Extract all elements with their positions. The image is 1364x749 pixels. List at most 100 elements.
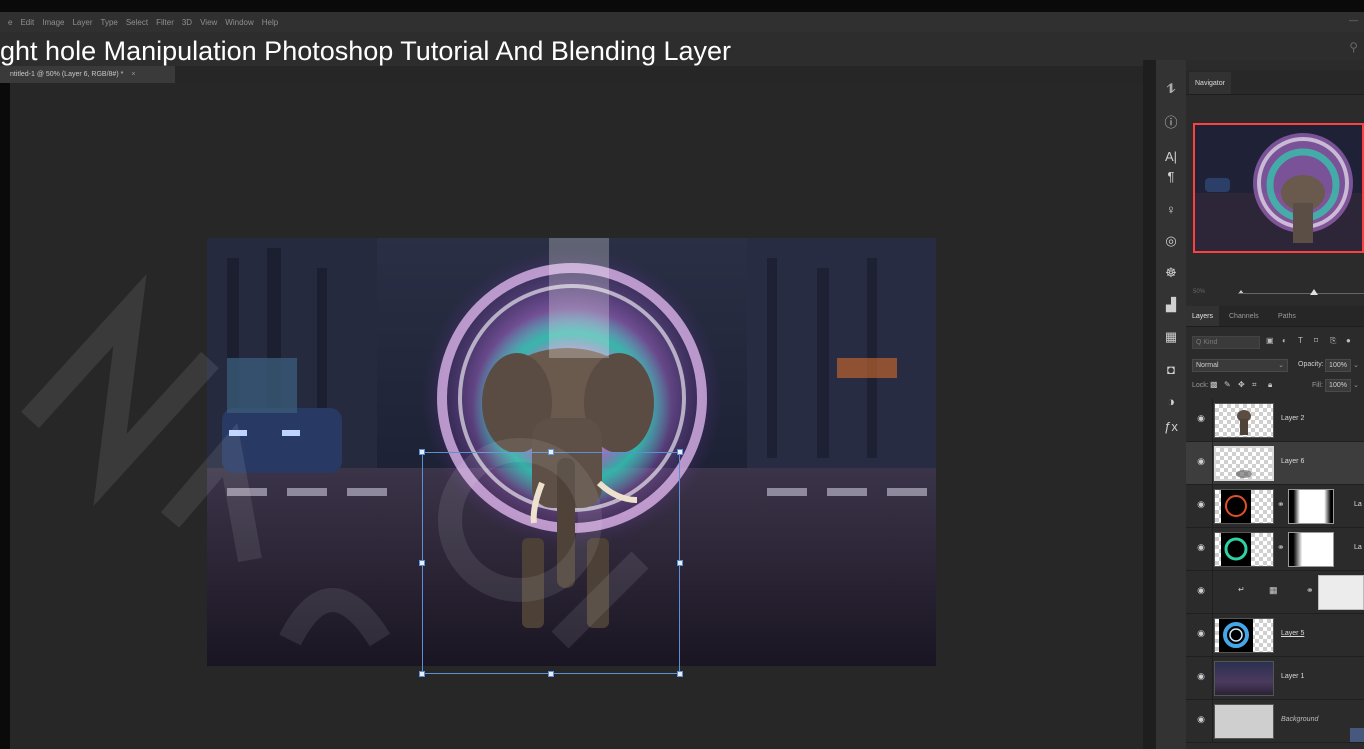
document-tab[interactable]: ntitled-1 @ 50% (Layer 6, RGB/8#) * × (0, 66, 175, 83)
adjustment-layer-icon: ▦ (1269, 585, 1278, 595)
menu-filter[interactable]: Filter (156, 18, 174, 27)
histogram-icon[interactable]: ▟ (1159, 294, 1183, 316)
libraries-icon[interactable]: ◎ (1159, 230, 1183, 252)
layer-row-layer-2[interactable]: ◉ Layer 2 (1186, 399, 1364, 442)
eye-icon[interactable]: ◉ (1194, 671, 1208, 683)
filter-shape-icon[interactable]: ⌑ (1314, 336, 1318, 345)
blend-mode-select[interactable]: Normal ⌄ (1192, 359, 1288, 372)
layer-thumbnail (1214, 618, 1274, 653)
tab-row (175, 66, 1145, 83)
info-icon[interactable]: ⓘ (1159, 110, 1183, 132)
properties-icon[interactable]: ☸ (1159, 262, 1183, 284)
eye-icon[interactable]: ◉ (1194, 542, 1208, 554)
lock-paint-icon[interactable]: ✎ (1224, 380, 1231, 389)
layer-thumbnail (1214, 446, 1274, 481)
eye-icon[interactable]: ◉ (1194, 628, 1208, 640)
layer-name: Layer 6 (1281, 458, 1305, 465)
panel-corner-button[interactable] (1350, 728, 1364, 742)
color-icon[interactable]: ◑ (1159, 390, 1183, 412)
opacity-input[interactable]: 100% (1325, 359, 1351, 372)
clip-arrow-icon: ↵ (1238, 585, 1245, 594)
filter-kind-select[interactable]: Q Kind (1192, 336, 1260, 349)
lock-artboard-icon[interactable]: ⌗ (1252, 380, 1257, 390)
close-tab-icon[interactable]: × (131, 71, 135, 78)
swatches-grid-icon[interactable]: ▦ (1159, 326, 1183, 348)
layer-name: La (1354, 501, 1362, 508)
transform-handle-top[interactable] (548, 449, 554, 455)
video-title-overlay: ght hole Manipulation Photoshop Tutorial… (0, 36, 732, 66)
filter-pixel-icon[interactable]: ▣ (1266, 336, 1274, 345)
transform-handle-top-right[interactable] (677, 449, 683, 455)
menu-help[interactable]: Help (262, 18, 278, 27)
paragraph-icon[interactable]: ¶ (1159, 165, 1183, 187)
filter-smart-object-icon[interactable]: ⎘ (1330, 336, 1336, 346)
lock-all-icon[interactable]: 🔒︎ (1268, 380, 1272, 390)
transform-handle-bottom[interactable] (548, 671, 554, 677)
menu-edit[interactable]: Edit (20, 18, 34, 27)
layers-tab-bar: Layers Channels Paths (1186, 306, 1364, 327)
link-icon[interactable]: ⚭ (1306, 585, 1314, 596)
tab-paths[interactable]: Paths (1272, 306, 1302, 326)
transform-bounding-box[interactable] (422, 452, 680, 674)
transform-handle-right[interactable] (677, 560, 683, 566)
layer-row-layer-5[interactable]: ◉ Layer 5 (1186, 614, 1364, 657)
filter-toggle-icon[interactable]: ● (1346, 336, 1351, 345)
zoom-percent[interactable]: 50% (1193, 289, 1205, 295)
menu-select[interactable]: Select (126, 18, 148, 27)
search-icon[interactable]: ⚲ (1349, 40, 1358, 54)
transform-handle-top-left[interactable] (419, 449, 425, 455)
navigator-thumbnail[interactable] (1193, 123, 1364, 253)
light-bulb-icon[interactable]: ♀ (1159, 198, 1183, 220)
panel-dock-divider[interactable] (1143, 60, 1156, 749)
layer-row-orange-ring[interactable]: ◉ ⚭ La (1186, 485, 1364, 528)
layer-mask-thumbnail[interactable] (1288, 532, 1334, 567)
adjustment-icon[interactable]: ◘ (1159, 358, 1183, 380)
minimize-button[interactable]: — (1349, 15, 1358, 25)
layer-row-layer-1[interactable]: ◉ Layer 1 (1186, 657, 1364, 700)
layer-name: Layer 1 (1281, 673, 1305, 680)
menu-view[interactable]: View (200, 18, 217, 27)
layer-filter-row: Q Kind ▣ ◐ T ⌑ ⎘ ● (1186, 334, 1364, 352)
menu-type[interactable]: Type (101, 18, 118, 27)
transform-handle-left[interactable] (419, 560, 425, 566)
lock-move-icon[interactable]: ✥ (1238, 380, 1245, 389)
filter-adjustment-icon[interactable]: ◐ (1282, 336, 1287, 345)
layer-thumbnail (1214, 704, 1274, 739)
tab-navigator[interactable]: Navigator (1189, 72, 1231, 94)
menu-window[interactable]: Window (225, 18, 253, 27)
history-icon[interactable]: ⥮ (1159, 78, 1183, 100)
tab-channels[interactable]: Channels (1223, 306, 1265, 326)
layer-mask-thumbnail[interactable] (1318, 575, 1364, 610)
styles-icon[interactable]: ƒx (1159, 415, 1183, 437)
link-icon[interactable]: ⚭ (1277, 542, 1285, 553)
eye-icon[interactable]: ◉ (1194, 499, 1208, 511)
fill-input[interactable]: 100% (1325, 379, 1351, 392)
eye-icon[interactable]: ◉ (1194, 585, 1208, 597)
transform-handle-bottom-left[interactable] (419, 671, 425, 677)
opacity-chevron-icon[interactable]: ⌄ (1353, 361, 1359, 369)
layer-name: Background (1281, 716, 1319, 723)
transform-handle-bottom-right[interactable] (677, 671, 683, 677)
filter-type-icon[interactable]: T (1298, 336, 1303, 345)
fill-chevron-icon[interactable]: ⌄ (1353, 381, 1359, 389)
layer-row-adjustment[interactable]: ◉ ↵ ▦ ⚭ (1186, 571, 1364, 614)
layer-row-layer-6[interactable]: ◉ Layer 6 (1186, 442, 1364, 485)
menu-image[interactable]: Image (42, 18, 64, 27)
tab-layers[interactable]: Layers (1186, 306, 1220, 326)
eye-icon[interactable]: ◉ (1194, 413, 1208, 425)
layer-name: Layer 5 (1281, 630, 1305, 637)
link-icon[interactable]: ⚭ (1277, 499, 1285, 510)
character-icon[interactable]: A| (1159, 145, 1183, 167)
layer-mask-thumbnail[interactable] (1288, 489, 1334, 524)
zoom-slider-handle[interactable] (1309, 289, 1318, 295)
menu-layer[interactable]: Layer (72, 18, 92, 27)
chevron-down-icon: ⌄ (1278, 362, 1284, 369)
layer-row-teal-ring[interactable]: ◉ ⚭ La (1186, 528, 1364, 571)
eye-icon[interactable]: ◉ (1194, 456, 1208, 468)
eye-icon[interactable]: ◉ (1194, 714, 1208, 726)
layer-row-background[interactable]: ◉ Background (1186, 700, 1364, 743)
menu-3d[interactable]: 3D (182, 18, 192, 27)
lock-transparent-icon[interactable]: ▩ (1210, 380, 1218, 389)
zoom-slider[interactable] (1238, 293, 1364, 294)
menu-file-partial[interactable]: e (8, 18, 12, 27)
